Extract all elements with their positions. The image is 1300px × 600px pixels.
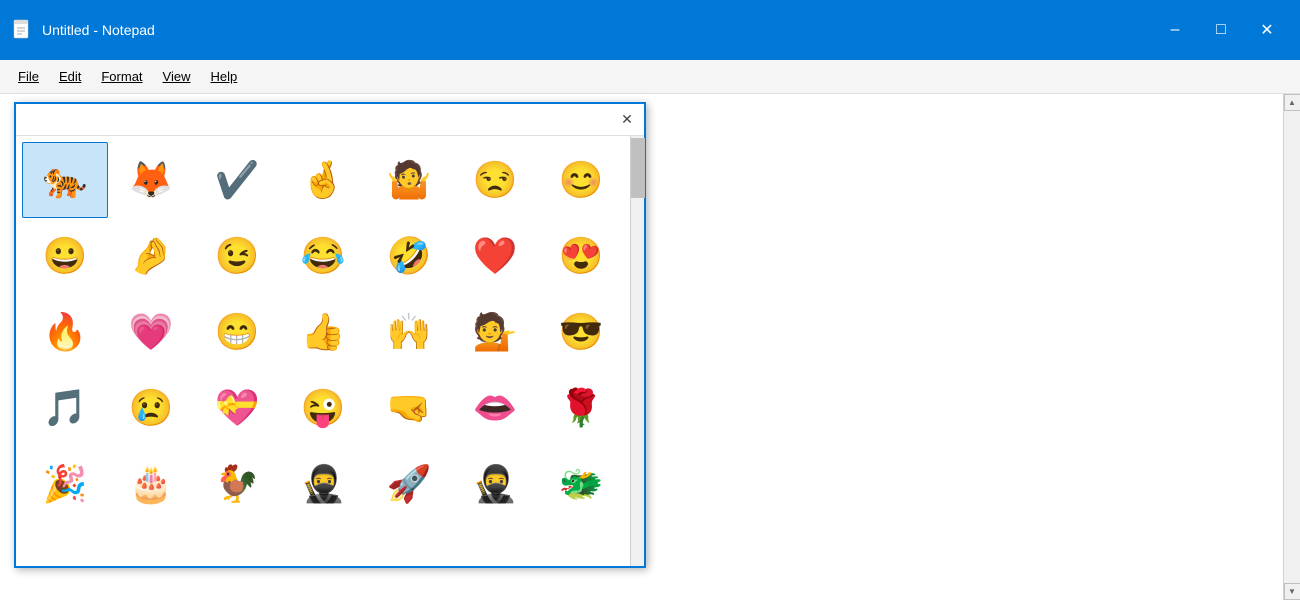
emoji-cell[interactable]: ✔️ bbox=[194, 142, 280, 218]
emoji-cell[interactable]: 🤜 bbox=[366, 370, 452, 446]
menu-file[interactable]: File bbox=[8, 65, 49, 88]
emoji-cell[interactable]: 🎉 bbox=[22, 446, 108, 522]
dialog-scrollbar[interactable] bbox=[630, 136, 644, 566]
emoji-cell[interactable]: 🎂 bbox=[108, 446, 194, 522]
dialog-close-button[interactable]: ✕ bbox=[616, 109, 638, 131]
emoji-dialog: ✕ 🐅🦊✔️🤞🤷😒😊😀🤌😉😂🤣❤️😍🔥💗😁👍🙌💁😎🎵😢💝😜🤜👄🌹🎉🎂🐓🥷🚀🥷🐲 bbox=[14, 102, 646, 568]
editor-area[interactable]: ✕ 🐅🦊✔️🤞🤷😒😊😀🤌😉😂🤣❤️😍🔥💗😁👍🙌💁😎🎵😢💝😜🤜👄🌹🎉🎂🐓🥷🚀🥷🐲 bbox=[0, 94, 1283, 600]
emoji-cell[interactable]: 🤌 bbox=[108, 218, 194, 294]
emoji-cell[interactable]: 😎 bbox=[538, 294, 624, 370]
maximize-button[interactable]: □ bbox=[1198, 0, 1244, 60]
scrollbar-thumb bbox=[631, 138, 645, 198]
scrollbar-track bbox=[1284, 111, 1300, 583]
menu-view[interactable]: View bbox=[153, 65, 201, 88]
emoji-cell[interactable]: 😊 bbox=[538, 142, 624, 218]
emoji-cell[interactable]: 🥷 bbox=[452, 446, 538, 522]
window-title: Untitled - Notepad bbox=[42, 22, 1152, 38]
emoji-cell[interactable]: 😁 bbox=[194, 294, 280, 370]
emoji-grid-container: 🐅🦊✔️🤞🤷😒😊😀🤌😉😂🤣❤️😍🔥💗😁👍🙌💁😎🎵😢💝😜🤜👄🌹🎉🎂🐓🥷🚀🥷🐲 bbox=[16, 136, 644, 566]
emoji-cell[interactable]: 😂 bbox=[280, 218, 366, 294]
emoji-cell[interactable]: 👍 bbox=[280, 294, 366, 370]
emoji-cell[interactable]: 🐓 bbox=[194, 446, 280, 522]
menu-format[interactable]: Format bbox=[91, 65, 152, 88]
emoji-cell[interactable]: 🙌 bbox=[366, 294, 452, 370]
emoji-cell[interactable]: 😜 bbox=[280, 370, 366, 446]
dialog-header: ✕ bbox=[16, 104, 644, 136]
emoji-cell[interactable]: 😉 bbox=[194, 218, 280, 294]
emoji-cell[interactable]: 🐲 bbox=[538, 446, 624, 522]
main-area: ✕ 🐅🦊✔️🤞🤷😒😊😀🤌😉😂🤣❤️😍🔥💗😁👍🙌💁😎🎵😢💝😜🤜👄🌹🎉🎂🐓🥷🚀🥷🐲 … bbox=[0, 94, 1300, 600]
emoji-cell[interactable]: 🦊 bbox=[108, 142, 194, 218]
emoji-cell[interactable]: 💝 bbox=[194, 370, 280, 446]
emoji-cell[interactable]: 🎵 bbox=[22, 370, 108, 446]
emoji-cell[interactable]: 💗 bbox=[108, 294, 194, 370]
menu-bar: File Edit Format View Help bbox=[0, 60, 1300, 94]
emoji-cell[interactable]: 💁 bbox=[452, 294, 538, 370]
emoji-cell[interactable]: 🤣 bbox=[366, 218, 452, 294]
close-button[interactable]: ✕ bbox=[1244, 0, 1290, 60]
emoji-cell[interactable]: 😀 bbox=[22, 218, 108, 294]
emoji-cell[interactable]: 🚀 bbox=[366, 446, 452, 522]
emoji-cell[interactable]: 👄 bbox=[452, 370, 538, 446]
emoji-cell[interactable]: 🤞 bbox=[280, 142, 366, 218]
scroll-down-button[interactable]: ▼ bbox=[1284, 583, 1300, 600]
menu-help[interactable]: Help bbox=[200, 65, 247, 88]
title-bar-controls: – □ ✕ bbox=[1152, 0, 1290, 60]
emoji-cell[interactable]: ❤️ bbox=[452, 218, 538, 294]
minimize-button[interactable]: – bbox=[1152, 0, 1198, 60]
emoji-grid: 🐅🦊✔️🤞🤷😒😊😀🤌😉😂🤣❤️😍🔥💗😁👍🙌💁😎🎵😢💝😜🤜👄🌹🎉🎂🐓🥷🚀🥷🐲 bbox=[16, 136, 630, 566]
scroll-up-button[interactable]: ▲ bbox=[1284, 94, 1300, 111]
notepad-icon bbox=[10, 18, 34, 42]
emoji-cell[interactable]: 😍 bbox=[538, 218, 624, 294]
emoji-cell[interactable]: 😒 bbox=[452, 142, 538, 218]
emoji-cell[interactable]: 🥷 bbox=[280, 446, 366, 522]
emoji-cell[interactable]: 😢 bbox=[108, 370, 194, 446]
main-scrollbar: ▲ ▼ bbox=[1283, 94, 1300, 600]
title-bar: Untitled - Notepad – □ ✕ bbox=[0, 0, 1300, 60]
emoji-cell[interactable]: 🌹 bbox=[538, 370, 624, 446]
emoji-cell[interactable]: 🔥 bbox=[22, 294, 108, 370]
emoji-cell[interactable]: 🤷 bbox=[366, 142, 452, 218]
emoji-cell[interactable]: 🐅 bbox=[22, 142, 108, 218]
menu-edit[interactable]: Edit bbox=[49, 65, 91, 88]
